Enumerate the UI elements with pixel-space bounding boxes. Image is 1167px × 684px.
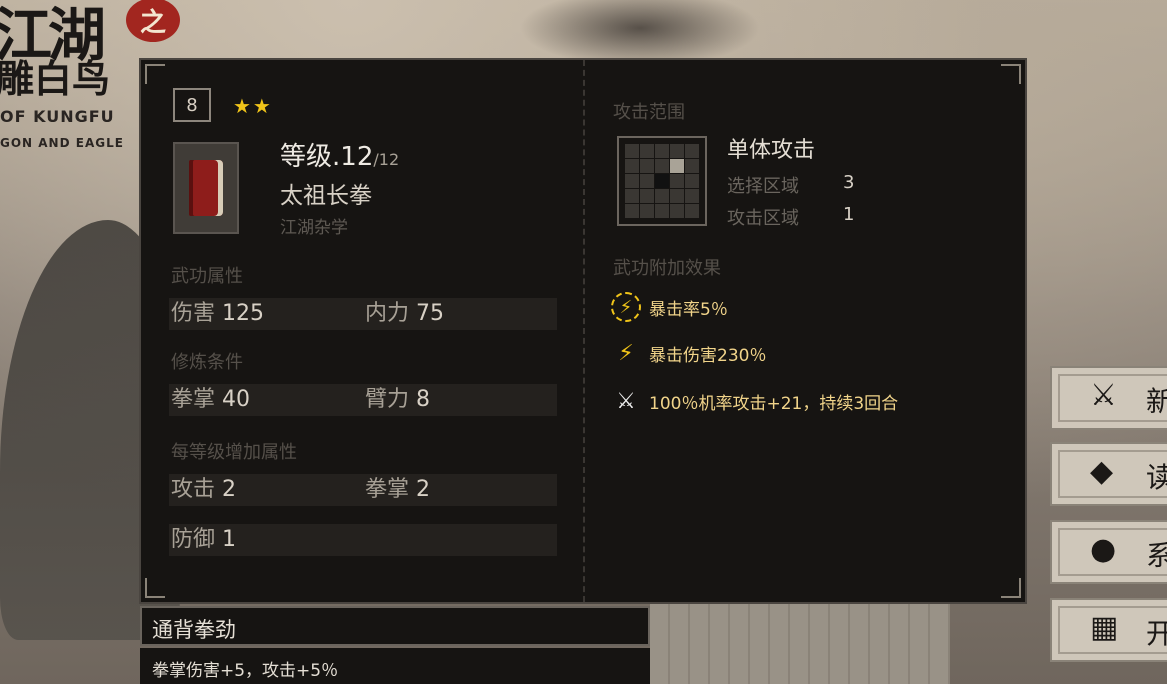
attack-range-label: 攻击范围 (613, 102, 685, 123)
talent-name: 通背拳劲 (152, 618, 236, 642)
range-grid-cell (685, 174, 699, 188)
effects-label: 武功附加效果 (613, 258, 721, 279)
corner-ornament (1001, 64, 1021, 84)
sword-icon: ⚔ (616, 388, 636, 414)
lightning-ring-icon: ⚡ (611, 292, 641, 322)
attack-type: 单体攻击 (727, 138, 816, 163)
lightning-icon: ⚡ (618, 340, 634, 366)
talent-description-box: 拳掌伤害+5，攻击+5％ (140, 648, 650, 684)
range-grid-cell (685, 144, 699, 158)
range-grid-cell (640, 204, 654, 218)
skill-name: 太祖长拳 (280, 183, 372, 209)
attributes-label: 武功属性 (171, 266, 243, 287)
range-grid-cell (655, 174, 669, 188)
range-grid-cell (670, 144, 684, 158)
range-grid-cell (685, 204, 699, 218)
rice-ball-icon: ● (1090, 532, 1117, 567)
corner-ornament (145, 578, 165, 598)
side-menu-read-button[interactable]: ◆ 读 (1050, 442, 1167, 506)
range-grid-cell (640, 189, 654, 203)
effect-crit-damage: ⚡ 暴击伤害230％ (611, 338, 766, 368)
scroll-icon: ▦ (1090, 610, 1119, 645)
per-level-row: 攻击 2 拳掌 2 (169, 474, 557, 506)
per-level-fist: 拳掌 2 (365, 477, 431, 502)
talent-description: 拳掌伤害+5，攻击+5％ (152, 661, 339, 681)
requirements-row: 拳掌 40 臂力 8 (169, 384, 557, 416)
range-grid-cell (640, 144, 654, 158)
corner-ornament (145, 64, 165, 84)
background-wall (650, 604, 950, 684)
side-menu-system-button[interactable]: ● 系 (1050, 520, 1167, 584)
book-icon: ◆ (1090, 454, 1114, 489)
level-current: .12 (332, 142, 374, 172)
level-label: 等级 (280, 142, 333, 172)
range-grid-cell (625, 204, 639, 218)
logo-english-line1: OF KUNGFU (0, 107, 115, 126)
per-level-label: 每等级增加属性 (171, 442, 297, 463)
side-menu-open-button[interactable]: ▦ 开 (1050, 598, 1167, 662)
logo-english-line2: GON AND EAGLE (0, 136, 124, 150)
range-grid-cell (640, 159, 654, 173)
talent-title-box: 通背拳劲 (140, 606, 650, 646)
effect-crit-rate: ⚡ 暴击率5％ (611, 292, 728, 322)
logo-seal: 之 (126, 0, 180, 42)
range-grid-cell (655, 204, 669, 218)
effect-attack-buff: ⚔ 100％机率攻击+21，持续3回合 (611, 386, 898, 416)
side-menu-new-button[interactable]: ⚔ 新 (1050, 366, 1167, 430)
skill-level: 等级.12/12 (280, 136, 399, 173)
per-level-attack: 攻击 2 (171, 477, 237, 502)
select-area: 选择区域 3 (727, 172, 855, 197)
range-grid-cell (625, 174, 639, 188)
range-grid-cell (625, 159, 639, 173)
range-grid-cell (670, 189, 684, 203)
sword-icon: ⚔ (1090, 378, 1117, 413)
attack-range-grid (617, 136, 707, 226)
range-grid-cell (625, 189, 639, 203)
stat-internal-power: 内力 75 (365, 301, 445, 326)
attributes-row: 伤害 125 内力 75 (169, 298, 557, 330)
panel-divider (583, 60, 585, 602)
range-grid-cell (670, 204, 684, 218)
range-grid-cell (685, 159, 699, 173)
range-grid-cell (655, 189, 669, 203)
range-grid-cell (685, 189, 699, 203)
logo-title-sub: 雕白鸟 (0, 56, 111, 101)
skill-book-icon (173, 142, 239, 234)
range-grid-cell (670, 174, 684, 188)
requirements-label: 修炼条件 (171, 352, 243, 373)
skill-stars: ★★ (233, 94, 273, 118)
range-grid-cell (670, 159, 684, 173)
corner-ornament (1001, 578, 1021, 598)
req-fist: 拳掌 40 (171, 387, 251, 412)
stat-damage: 伤害 125 (171, 301, 265, 326)
skill-detail-panel: 8 ★★ 等级.12/12 太祖长拳 江湖杂学 武功属性 伤害 125 内力 7… (139, 58, 1027, 604)
req-strength: 臂力 8 (365, 387, 431, 412)
skill-rank-badge: 8 (173, 88, 211, 122)
attack-area: 攻击区域 1 (727, 204, 855, 229)
range-grid-cell (655, 144, 669, 158)
per-level-row: 防御 1 (169, 524, 557, 556)
range-grid-cell (655, 159, 669, 173)
range-grid-cell (625, 144, 639, 158)
per-level-defense: 防御 1 (171, 527, 237, 552)
skill-school: 江湖杂学 (280, 218, 348, 238)
range-grid-cell (640, 174, 654, 188)
level-max: /12 (373, 150, 400, 169)
